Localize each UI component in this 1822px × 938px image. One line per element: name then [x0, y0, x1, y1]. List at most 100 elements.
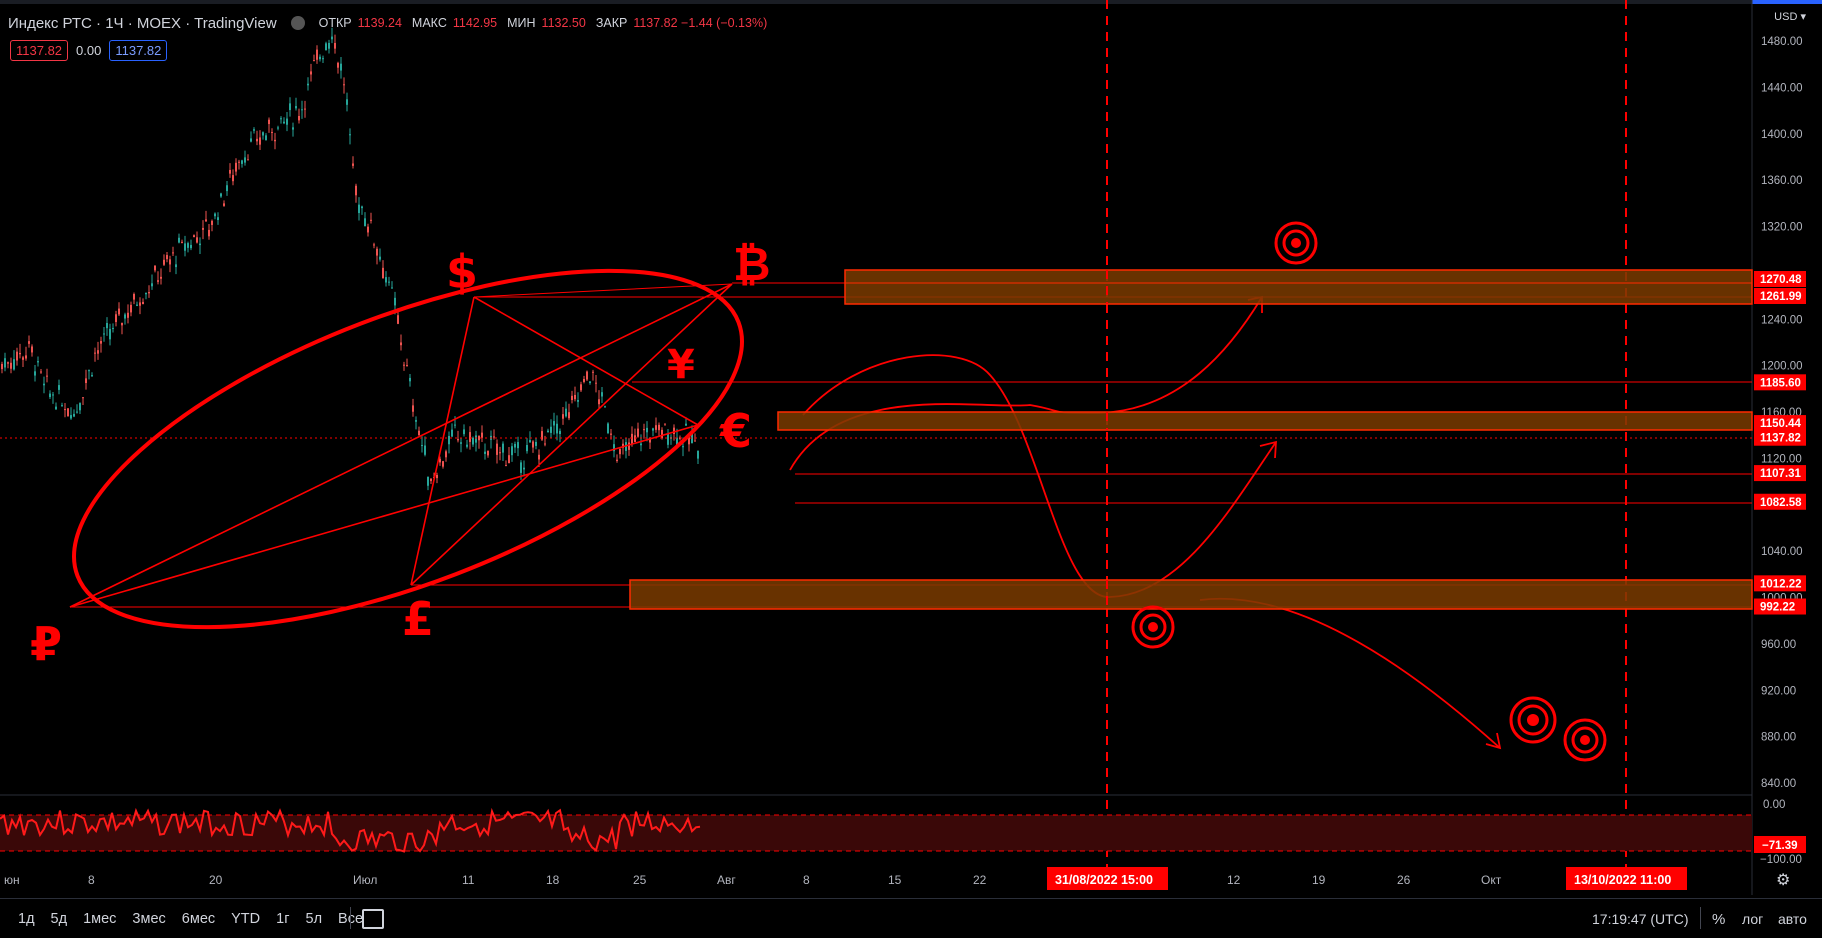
- timeframe-button[interactable]: YTD: [223, 907, 268, 931]
- target-3[interactable]: [1509, 696, 1557, 744]
- candle-body: [46, 375, 48, 377]
- candle-body: [145, 292, 147, 295]
- time-tick: 20: [209, 873, 223, 887]
- candle-body: [517, 442, 519, 449]
- curve-up-target[interactable]: [789, 296, 1263, 471]
- zone-1261-1270[interactable]: [844, 269, 1753, 305]
- dollar-symbol[interactable]: $: [446, 245, 478, 299]
- candle-body: [640, 443, 642, 446]
- time-tick: Авг: [717, 873, 736, 887]
- time-tick: 8: [88, 873, 95, 887]
- candle-body: [37, 361, 39, 363]
- candle-body: [694, 440, 696, 442]
- time-axis[interactable]: юн 8 20 Июл 11 18 25 Авг 8 15 22 12 19 26 Окт: [4, 873, 1502, 887]
- candle-body: [76, 411, 78, 413]
- curve-fall[interactable]: [1199, 597, 1501, 749]
- more-icon[interactable]: [290, 16, 305, 30]
- zone-992-1012[interactable]: [629, 579, 1753, 610]
- pound-symbol[interactable]: £: [402, 592, 434, 646]
- line-ruble-euro[interactable]: [69, 424, 699, 608]
- candle-body: [355, 185, 357, 196]
- ruble-symbol[interactable]: ₽: [30, 617, 62, 671]
- candle-body: [685, 423, 687, 426]
- gear-icon[interactable]: ⚙: [1776, 870, 1790, 890]
- timeframe-button[interactable]: 6мес: [174, 907, 223, 931]
- candle-body: [172, 252, 174, 254]
- candle-body: [373, 244, 375, 246]
- timeframe-button[interactable]: 3мес: [124, 907, 173, 931]
- candle-body: [127, 312, 129, 318]
- bitcoin-symbol[interactable]: ₿: [733, 237, 771, 291]
- price-axis[interactable]: 1480.00 1440.00 1400.00 1360.00 1320.00 1240.…: [1761, 36, 1803, 790]
- target-1[interactable]: [1274, 221, 1318, 265]
- candle-body: [334, 43, 336, 49]
- candle-body: [43, 383, 45, 386]
- candle-body: [34, 371, 36, 376]
- curve-down-up[interactable]: [802, 354, 1277, 598]
- candle-body: [403, 364, 405, 366]
- candle-body: [652, 428, 654, 431]
- candle-body: [217, 217, 219, 221]
- candle-body: [181, 241, 183, 243]
- candle-body: [97, 350, 99, 354]
- candle-body: [13, 359, 15, 370]
- candle-body: [193, 235, 195, 238]
- symbol-title[interactable]: Индекс РТС · 1Ч · MOEX · TradingView: [8, 15, 277, 32]
- candle-body: [79, 403, 81, 411]
- price-tick: 880.00: [1761, 732, 1796, 744]
- candle-body: [421, 445, 423, 447]
- candle-body: [55, 406, 57, 410]
- candle-body: [499, 452, 501, 454]
- candle-body: [70, 415, 72, 419]
- candle-body: [148, 292, 150, 294]
- buy-button[interactable]: 1137.82: [109, 40, 168, 61]
- timeframe-button[interactable]: 1г: [268, 907, 297, 931]
- candle-body: [418, 430, 420, 436]
- timeframe-button[interactable]: 1д: [10, 907, 43, 931]
- candle-body: [73, 413, 75, 417]
- line-dollar-bitcoin[interactable]: [473, 283, 733, 298]
- candle-body: [460, 442, 462, 444]
- candle-body: [559, 430, 561, 435]
- percent-toggle[interactable]: %: [1712, 911, 1725, 928]
- time-tick: 25: [633, 873, 647, 887]
- time-tick: 19: [1312, 873, 1326, 887]
- candle-body: [160, 276, 162, 279]
- currency-select[interactable]: USD ▾: [1774, 10, 1806, 23]
- calendar-range-icon[interactable]: [362, 909, 384, 929]
- zone-1137-1150[interactable]: [777, 411, 1753, 431]
- candle-body: [256, 138, 258, 142]
- line-dollar-pound[interactable]: [410, 296, 475, 586]
- candle-body: [190, 244, 192, 249]
- price-label: 1082.58: [1760, 497, 1802, 509]
- candle-body: [547, 430, 549, 433]
- bottom-toolbar: 1д5д1мес3мес6месYTD1г5лВсе 17:19:47 (UTC…: [0, 898, 1822, 937]
- candle-body: [229, 169, 231, 174]
- candle-body: [382, 267, 384, 279]
- candle-body: [52, 394, 54, 396]
- candle-body: [532, 441, 534, 448]
- timeframe-button[interactable]: 5д: [43, 907, 76, 931]
- chart-canvas[interactable]: ₽ $ ₿ ¥ € £ 1480.00 1440.00 1400.00 1360.00…: [0, 0, 1822, 938]
- yen-symbol[interactable]: ¥: [667, 342, 695, 388]
- line-pound-bitcoin[interactable]: [410, 283, 733, 586]
- candle-body: [19, 352, 21, 355]
- auto-toggle[interactable]: авто: [1778, 911, 1807, 927]
- candle-body: [214, 213, 216, 217]
- clock[interactable]: 17:19:47 (UTC): [1592, 911, 1688, 927]
- candle-body: [298, 115, 300, 121]
- line-ruble-bitcoin[interactable]: [69, 283, 733, 608]
- candle-body: [595, 382, 597, 384]
- euro-symbol[interactable]: €: [719, 404, 752, 458]
- target-4[interactable]: [1563, 718, 1607, 762]
- candle-body: [598, 399, 600, 405]
- candle-body: [283, 121, 285, 124]
- timeframe-button[interactable]: 1мес: [75, 907, 124, 931]
- log-toggle[interactable]: лог: [1742, 911, 1763, 927]
- candle-body: [313, 60, 315, 62]
- target-2[interactable]: [1131, 605, 1175, 649]
- candle-body: [481, 432, 483, 438]
- sell-button[interactable]: 1137.82: [10, 40, 69, 61]
- timeframe-button[interactable]: 5л: [298, 907, 331, 931]
- candle-body: [211, 220, 213, 225]
